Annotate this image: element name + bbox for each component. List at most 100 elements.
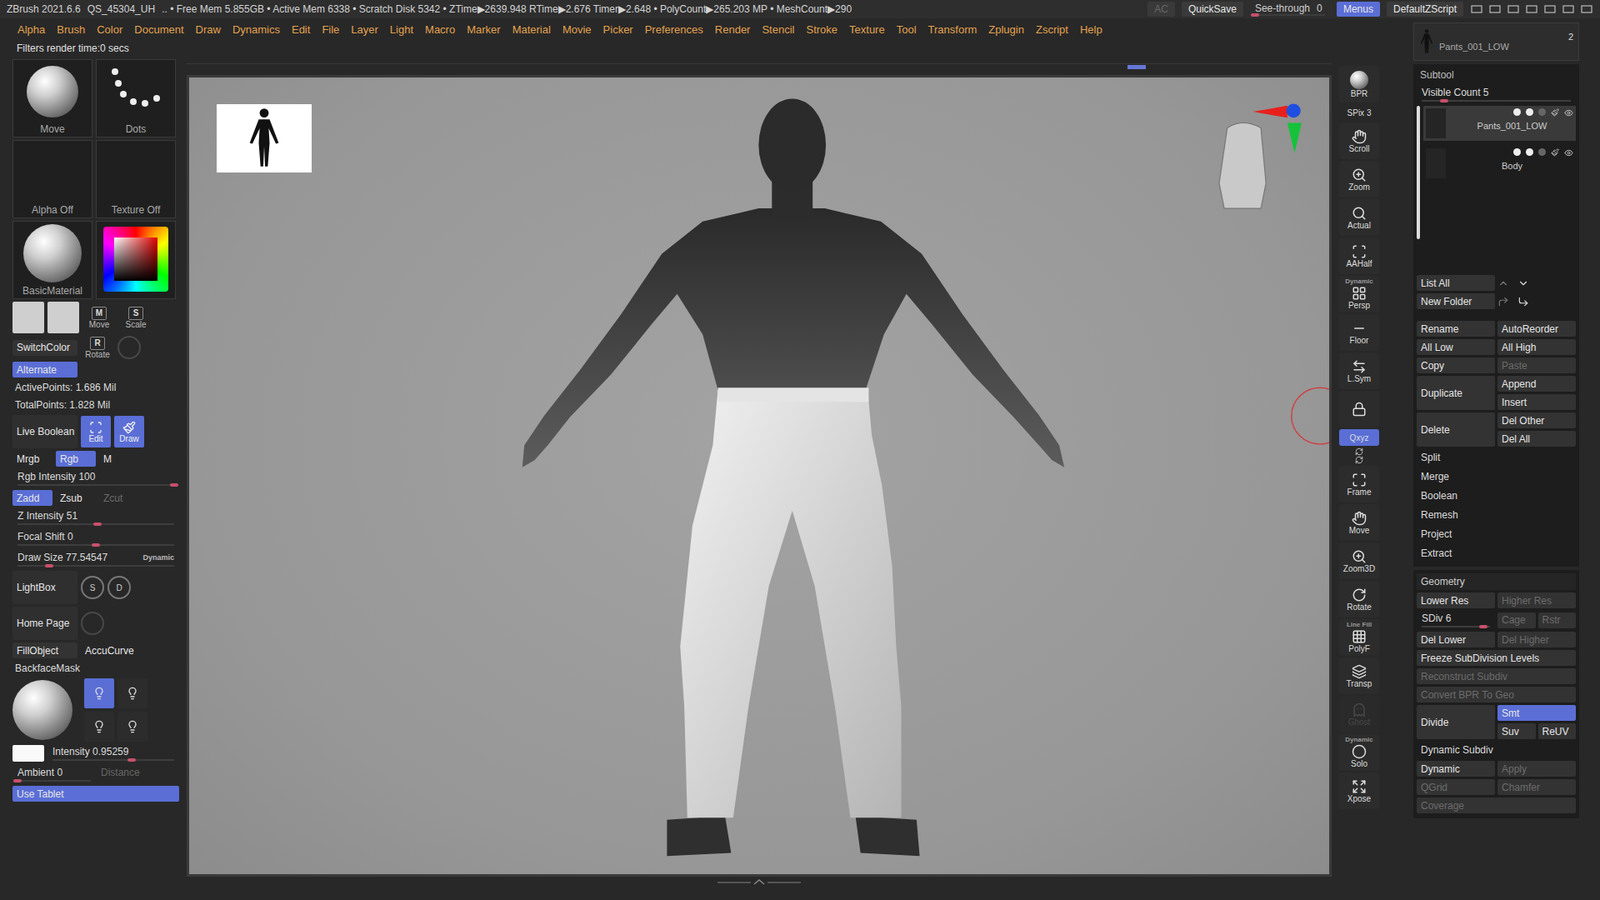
tray-button[interactable]: Append — [1497, 375, 1576, 392]
slider-track[interactable] — [1421, 100, 1571, 102]
menu-item[interactable]: Picker — [597, 23, 640, 36]
window-control-icon[interactable] — [1506, 4, 1520, 15]
menu-item[interactable]: Document — [128, 23, 190, 36]
folder-down-icon[interactable] — [1517, 295, 1530, 308]
shelf-button[interactable] — [1339, 390, 1380, 428]
switch-color-button[interactable]: SwitchColor — [12, 340, 78, 356]
shelf-button[interactable]: DynamicSolo — [1339, 734, 1380, 771]
navigation-cube[interactable] — [1219, 103, 1302, 209]
menu-item[interactable]: Marker — [460, 23, 506, 36]
slider-knob[interactable] — [127, 758, 136, 762]
main-color-swatch[interactable] — [12, 301, 45, 334]
transform-button[interactable]: MMove — [82, 306, 116, 330]
tray-button[interactable]: Del All — [1497, 430, 1576, 447]
light-button[interactable] — [84, 711, 115, 742]
material-tile[interactable]: BasicMaterial — [12, 220, 93, 300]
color-mode-button[interactable]: Rgb — [55, 450, 96, 467]
shelf-button[interactable]: Actual — [1339, 199, 1380, 236]
title-button[interactable]: DefaultZScript — [1386, 1, 1464, 17]
transform-button[interactable]: SScale — [119, 306, 153, 330]
bpr-button[interactable]: BPR — [1339, 65, 1380, 103]
backface-mask-button[interactable]: BackfaceMask — [12, 660, 180, 676]
mode-button[interactable]: Draw — [114, 415, 145, 448]
window-control-icon[interactable] — [1580, 4, 1594, 15]
light-sphere[interactable] — [12, 680, 73, 740]
lightbox-button[interactable]: LightBox — [12, 570, 78, 605]
tray-button[interactable]: Dynamic — [1416, 760, 1495, 777]
menu-item[interactable]: Stencil — [755, 23, 800, 36]
alpha-tile[interactable]: Alpha Off — [12, 140, 93, 219]
tray-button[interactable]: Duplicate — [1416, 375, 1495, 410]
menu-item[interactable]: Preferences — [639, 23, 710, 36]
shelf-button[interactable]: Scroll — [1339, 122, 1380, 160]
tray-button[interactable]: Lower Res — [1416, 592, 1495, 609]
shelf-button[interactable]: Zoom3D — [1339, 542, 1380, 580]
title-button[interactable]: AC — [1147, 1, 1175, 17]
timeline-ruler[interactable] — [186, 63, 1332, 75]
see-through-slider[interactable]: See-through0 — [1250, 1, 1330, 18]
tray-section[interactable]: Remesh — [1416, 506, 1576, 524]
sdiv-slider[interactable]: SDiv 6 — [1416, 610, 1495, 630]
slider-knob[interactable] — [13, 779, 22, 783]
tray-handle[interactable] — [186, 876, 1332, 889]
menu-item[interactable]: Zscript — [1030, 23, 1075, 36]
tray-button[interactable]: Smt — [1497, 705, 1576, 721]
menu-item[interactable]: Render — [709, 23, 757, 36]
shelf-button[interactable]: Zoom — [1339, 160, 1380, 198]
slider-track[interactable] — [52, 759, 175, 761]
menu-item[interactable]: Zplugin — [982, 23, 1030, 36]
menu-item[interactable]: Layer — [345, 23, 385, 36]
slider-knob[interactable] — [170, 483, 179, 487]
tray-section[interactable]: Dynamic Subdiv — [1416, 741, 1576, 759]
move-up-icon[interactable] — [1497, 277, 1510, 290]
accucurve-button[interactable]: AccuCurve — [80, 642, 139, 659]
window-control-icon[interactable] — [1470, 4, 1484, 15]
home-page-button[interactable]: Home Page — [12, 606, 78, 640]
shelf-button[interactable]: Xpose — [1339, 772, 1380, 810]
document-canvas[interactable] — [186, 75, 1332, 877]
character-model[interactable] — [522, 98, 1065, 856]
light-button[interactable] — [84, 678, 115, 709]
menu-item[interactable]: Texture — [843, 23, 891, 36]
color-mode-button[interactable]: M — [99, 450, 120, 467]
menu-item[interactable]: Brush — [50, 23, 91, 36]
handle-icon[interactable] — [717, 878, 801, 887]
folder-up-icon[interactable] — [1497, 295, 1510, 308]
slider-track[interactable] — [17, 484, 175, 486]
title-button[interactable]: Menus — [1336, 1, 1380, 17]
light-intensity-slider[interactable]: Intensity 0.95259 — [47, 744, 180, 763]
color-mode-button[interactable]: Mrgb — [12, 450, 53, 467]
menu-item[interactable]: File — [315, 23, 345, 36]
menu-item[interactable]: Macro — [419, 23, 461, 36]
tray-button[interactable]: ReUV — [1538, 723, 1577, 740]
brush-icon[interactable] — [1550, 108, 1560, 117]
divide-button[interactable]: Divide — [1416, 705, 1495, 740]
tray-button[interactable]: Del Other — [1497, 412, 1576, 429]
slider-knob[interactable] — [93, 522, 102, 526]
new-folder-button[interactable]: New Folder — [1416, 293, 1495, 310]
rgb-intensity-slider[interactable]: Rgb Intensity 100 — [12, 469, 180, 488]
window-control-icon[interactable] — [1561, 4, 1575, 15]
menu-item[interactable]: Movie — [556, 23, 598, 36]
slider-knob[interactable] — [45, 564, 54, 568]
window-control-icon[interactable] — [1488, 4, 1502, 15]
panel-title[interactable]: Subtool — [1416, 67, 1576, 83]
refresh-icon[interactable] — [1355, 447, 1364, 456]
tray-button[interactable]: Rename — [1416, 320, 1495, 337]
shelf-button[interactable]: Frame — [1339, 465, 1380, 503]
menu-item[interactable]: Alpha — [11, 23, 51, 36]
tray-button[interactable]: Freeze SubDivision Levels — [1416, 650, 1576, 666]
brush-slider[interactable]: Draw Size 77.54547Dynamic — [12, 550, 180, 569]
window-controls[interactable] — [1470, 4, 1594, 15]
slider-track[interactable] — [17, 544, 175, 546]
slider-track[interactable] — [1421, 625, 1490, 628]
list-all-button[interactable]: List All — [1416, 275, 1495, 291]
navigator-thumbnail[interactable] — [216, 104, 312, 173]
timeline-marker[interactable] — [1127, 65, 1146, 70]
mode-button[interactable]: Edit — [80, 415, 111, 448]
refresh-icon[interactable] — [1355, 455, 1364, 465]
subtool-scrollbar[interactable] — [1416, 105, 1420, 240]
menu-item[interactable]: Help — [1074, 23, 1109, 36]
brush-tile[interactable]: Move — [12, 59, 93, 138]
tray-button[interactable]: Suv — [1497, 723, 1536, 740]
